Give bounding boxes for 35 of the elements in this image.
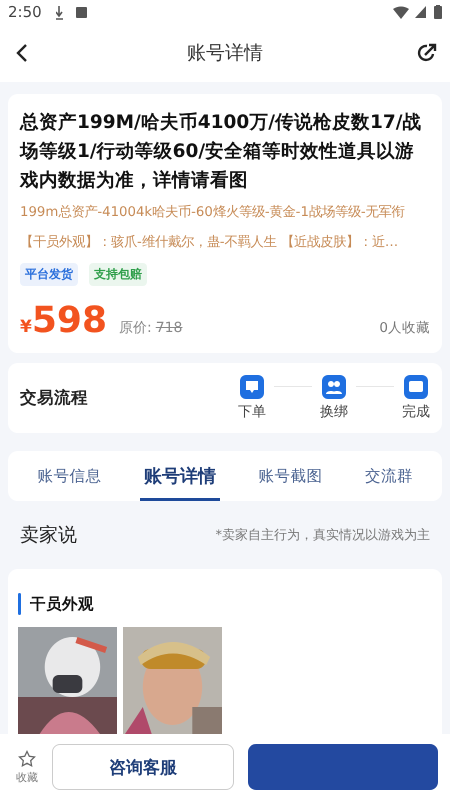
- step-label: 下单: [238, 403, 266, 421]
- tab[interactable]: 账号详情: [140, 451, 220, 501]
- price: 598: [32, 300, 107, 341]
- step-label: 换绑: [320, 403, 348, 421]
- share-icon[interactable]: [416, 42, 438, 64]
- signal-icon: [415, 6, 426, 18]
- page-title: 账号详情: [186, 41, 264, 66]
- status-time: 2:50: [8, 3, 42, 21]
- product-summary: 【干员外观】：骇爪-维什戴尔，蛊-不羁人生 【近战皮肤】：近…: [20, 234, 400, 252]
- tag: 平台发货: [20, 263, 78, 286]
- step-label: 完成: [402, 403, 430, 421]
- section-title: 卖家说: [20, 523, 77, 548]
- tab[interactable]: 交流群: [360, 451, 417, 501]
- consult-button[interactable]: 咨询客服: [52, 744, 234, 790]
- product-title: 总资产199M/哈夫币4100万/传说枪皮数17/战场等级1/行动等级60/安全箱等时效性道具以游戏内数据为准，详情请看图: [20, 111, 423, 193]
- wifi-icon: [393, 6, 409, 18]
- tab[interactable]: 账号截图: [254, 451, 326, 501]
- people-icon: [322, 375, 346, 399]
- favorite-label: 收藏: [16, 770, 38, 784]
- original-price: 718: [156, 320, 182, 336]
- notification-icon: [76, 6, 87, 18]
- download-icon: [56, 4, 64, 20]
- subsection-title: 干员外观: [30, 594, 94, 614]
- disclaimer: *卖家自主行为，真实情况以游戏为主: [216, 527, 430, 544]
- tab[interactable]: 账号信息: [33, 451, 106, 501]
- order-icon: [240, 375, 264, 399]
- laptop-icon: [404, 375, 428, 399]
- section-title: 交易流程: [20, 387, 89, 409]
- star-icon[interactable]: [18, 750, 36, 768]
- tag: 支持包赔: [89, 263, 147, 286]
- favorite-count: 0人收藏: [379, 319, 430, 337]
- original-price-label: 原价:: [119, 319, 152, 337]
- battery-icon: [434, 5, 442, 19]
- currency-symbol: ¥: [20, 317, 32, 337]
- product-summary: 199m总资产-41004k哈夫币-60烽火等级-黄金-1战场等级-无军衔: [20, 204, 406, 222]
